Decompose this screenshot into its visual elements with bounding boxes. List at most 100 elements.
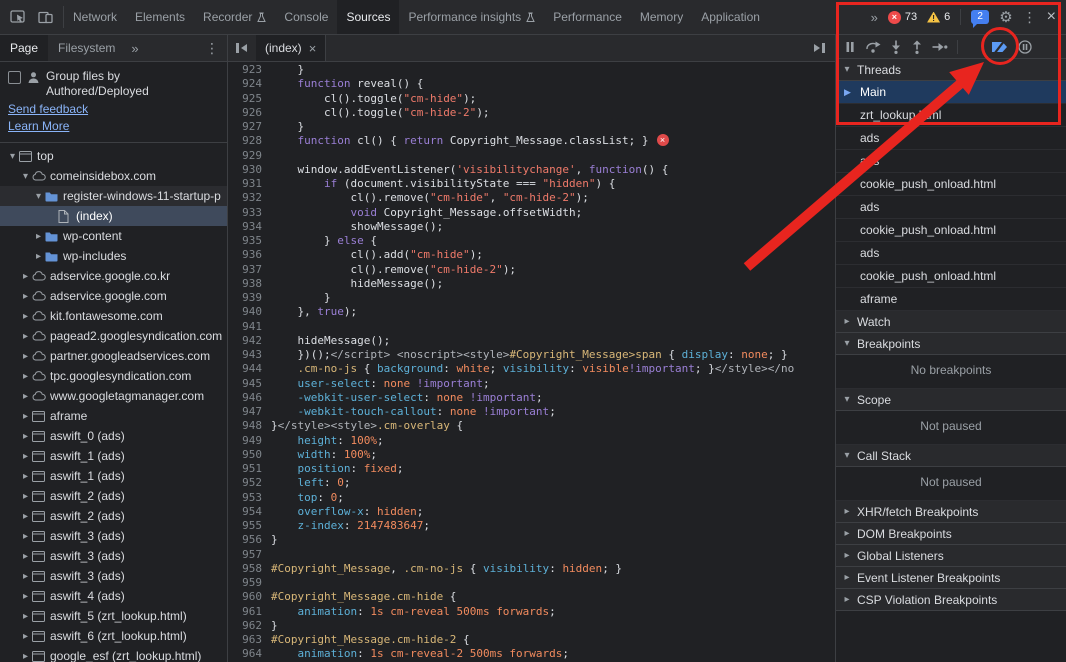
line-number[interactable]: 947: [228, 405, 271, 419]
tree-item-aswift-2-ads[interactable]: ▸ aswift_2 (ads): [0, 486, 227, 506]
thread-row-ads[interactable]: ads: [836, 242, 1066, 265]
thread-row-ads[interactable]: ads: [836, 196, 1066, 219]
group-files-checkbox[interactable]: [8, 71, 21, 84]
line-number[interactable]: 958: [228, 562, 271, 576]
section-xhr-fetch-breakpoints[interactable]: ▸ XHR/fetch Breakpoints: [836, 501, 1066, 523]
line-number[interactable]: 935: [228, 234, 271, 248]
expand-arrow-icon[interactable]: ▸: [19, 291, 32, 302]
line-number[interactable]: 936: [228, 248, 271, 262]
tab-filesystem[interactable]: Filesystem: [48, 35, 125, 61]
editor-tab-index[interactable]: (index) ×: [256, 35, 327, 61]
tree-item-wp-includes[interactable]: ▸ wp-includes: [0, 246, 227, 266]
tab-page[interactable]: Page: [0, 35, 49, 61]
line-number[interactable]: 932: [228, 191, 271, 205]
line-number[interactable]: 933: [228, 206, 271, 220]
section-scope[interactable]: ▾ Scope: [836, 389, 1066, 411]
collapse-arrow-icon[interactable]: ▾: [6, 151, 19, 162]
section-event-listener-breakpoints[interactable]: ▸ Event Listener Breakpoints: [836, 567, 1066, 589]
tab-elements[interactable]: Elements: [126, 0, 194, 34]
expand-arrow-icon[interactable]: ▸: [19, 271, 32, 282]
line-number[interactable]: 946: [228, 391, 271, 405]
tree-item-google-esf-zrt-lookup-html[interactable]: ▸ google_esf (zrt_lookup.html): [0, 646, 227, 662]
thread-row-cookie-push-onload-html[interactable]: cookie_push_onload.html: [836, 219, 1066, 242]
more-options-icon[interactable]: ⋮: [1023, 9, 1037, 26]
more-tabs-chevron[interactable]: »: [871, 10, 878, 25]
line-number[interactable]: 945: [228, 377, 271, 391]
error-icon[interactable]: ×: [656, 134, 669, 147]
pause-on-exceptions-button[interactable]: [1018, 39, 1032, 54]
expand-arrow-icon[interactable]: ▸: [19, 451, 32, 462]
tree-item-tpc-googlesyndication-com[interactable]: ▸ tpc.googlesyndication.com: [0, 366, 227, 386]
line-number[interactable]: 961: [228, 605, 271, 619]
thread-row-main[interactable]: ▶ Main: [836, 81, 1066, 104]
navigator-toggle-icon[interactable]: [228, 35, 256, 61]
tab-recorder[interactable]: Recorder: [194, 0, 275, 34]
tree-item-partner-googleadservices-com[interactable]: ▸ partner.googleadservices.com: [0, 346, 227, 366]
navigator-menu-icon[interactable]: ⋮: [197, 35, 227, 61]
expand-arrow-icon[interactable]: ▸: [19, 531, 32, 542]
close-tab-icon[interactable]: ×: [309, 41, 317, 56]
line-number[interactable]: 928: [228, 134, 271, 148]
line-number[interactable]: 957: [228, 548, 271, 562]
collapse-arrow-icon[interactable]: ▾: [19, 171, 32, 182]
line-number[interactable]: 954: [228, 505, 271, 519]
tab-network[interactable]: Network: [64, 0, 126, 34]
expand-arrow-icon[interactable]: ▸: [19, 431, 32, 442]
section-breakpoints[interactable]: ▾ Breakpoints: [836, 333, 1066, 355]
tree-item-aswift-1-ads[interactable]: ▸ aswift_1 (ads): [0, 466, 227, 486]
tab-performance-insights[interactable]: Performance insights: [399, 0, 544, 34]
step-into-button[interactable]: [890, 40, 902, 54]
line-number[interactable]: 923: [228, 63, 271, 77]
tree-item-aswift-6-zrt-lookup-html[interactable]: ▸ aswift_6 (zrt_lookup.html): [0, 626, 227, 646]
thread-row-aframe[interactable]: aframe: [836, 288, 1066, 311]
expand-arrow-icon[interactable]: ▸: [19, 311, 32, 322]
thread-row-cookie-push-onload-html[interactable]: cookie_push_onload.html: [836, 173, 1066, 196]
line-number[interactable]: 937: [228, 263, 271, 277]
tab-performance[interactable]: Performance: [544, 0, 631, 34]
settings-gear-icon[interactable]: ⚙: [999, 8, 1012, 26]
messages-badge[interactable]: 2: [971, 10, 990, 28]
tab-sources[interactable]: Sources: [337, 0, 400, 34]
tree-item-comeinsidebox-com[interactable]: ▾ comeinsidebox.com: [0, 166, 227, 186]
line-number[interactable]: 924: [228, 77, 271, 91]
close-devtools-icon[interactable]: ×: [1047, 8, 1056, 26]
section-watch[interactable]: ▸ Watch: [836, 311, 1066, 333]
line-number[interactable]: 943: [228, 348, 271, 362]
expand-arrow-icon[interactable]: ▸: [19, 591, 32, 602]
deactivate-breakpoints-button[interactable]: [991, 39, 1009, 54]
expand-arrow-icon[interactable]: ▸: [19, 411, 32, 422]
line-number[interactable]: 940: [228, 305, 271, 319]
line-number[interactable]: 934: [228, 220, 271, 234]
line-number[interactable]: 939: [228, 291, 271, 305]
error-count-badge[interactable]: × 73: [887, 10, 917, 24]
tab-memory[interactable]: Memory: [631, 0, 692, 34]
expand-arrow-icon[interactable]: ▸: [19, 391, 32, 402]
line-number[interactable]: 956: [228, 533, 271, 547]
sidebar-toggle-icon[interactable]: [805, 35, 835, 61]
tree-item-aframe[interactable]: ▸ aframe: [0, 406, 227, 426]
expand-arrow-icon[interactable]: ▸: [19, 571, 32, 582]
line-number[interactable]: 951: [228, 462, 271, 476]
device-toolbar-icon[interactable]: [38, 11, 53, 24]
line-number[interactable]: 927: [228, 120, 271, 134]
line-number[interactable]: 960: [228, 590, 271, 604]
line-number[interactable]: 938: [228, 277, 271, 291]
expand-arrow-icon[interactable]: ▸: [19, 371, 32, 382]
expand-arrow-icon[interactable]: ▸: [19, 331, 32, 342]
line-number[interactable]: 948: [228, 419, 271, 433]
line-number[interactable]: 926: [228, 106, 271, 120]
thread-row-zrt-lookup-html[interactable]: zrt_lookup.html: [836, 104, 1066, 127]
section-dom-breakpoints[interactable]: ▸ DOM Breakpoints: [836, 523, 1066, 545]
expand-arrow-icon[interactable]: ▸: [32, 251, 45, 262]
tab-console[interactable]: Console: [275, 0, 337, 34]
expand-arrow-icon[interactable]: ▸: [19, 471, 32, 482]
tree-item-aswift-3-ads[interactable]: ▸ aswift_3 (ads): [0, 546, 227, 566]
thread-row-ads[interactable]: ads: [836, 127, 1066, 150]
tree-item-wp-content[interactable]: ▸ wp-content: [0, 226, 227, 246]
tree-item-aswift-2-ads[interactable]: ▸ aswift_2 (ads): [0, 506, 227, 526]
tree-item-aswift-3-ads[interactable]: ▸ aswift_3 (ads): [0, 526, 227, 546]
tree-item-register-windows-11-startup-p[interactable]: ▾ register-windows-11-startup-p: [0, 186, 227, 206]
collapse-arrow-icon[interactable]: ▾: [32, 191, 45, 202]
line-number[interactable]: 963: [228, 633, 271, 647]
line-number[interactable]: 925: [228, 92, 271, 106]
